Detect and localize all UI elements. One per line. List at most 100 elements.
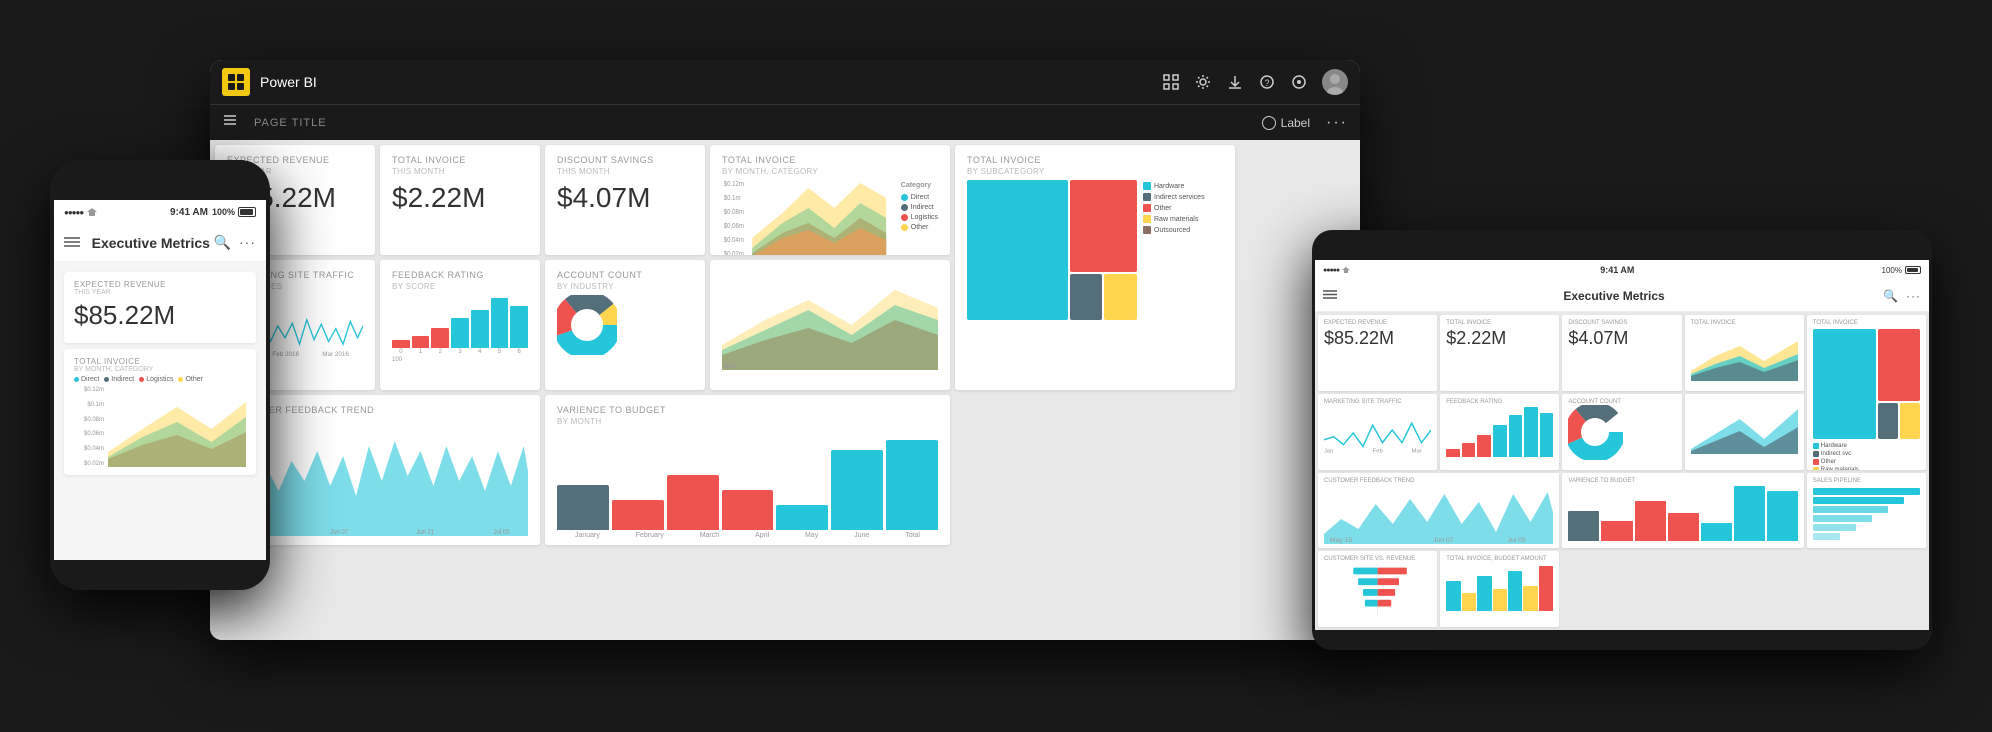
tile-label: Total Invoice, Budget Amount: [1446, 556, 1553, 562]
tile-sublabel: BY MONTH: [557, 417, 938, 426]
svg-text:Jul 05: Jul 05: [1508, 537, 1527, 544]
powerbi-topbar: Power BI ?: [210, 60, 1360, 104]
tile-label: Total Invoice: [967, 155, 1223, 165]
tablet-status-bar: ●●●●● 9:41 AM 100%: [1315, 260, 1929, 280]
app-title: Power BI: [260, 74, 1152, 90]
dashboard-grid: Expected Revenue THIS YEAR $85.22M Total…: [210, 140, 1360, 640]
tile-label: Varience to Budget: [557, 405, 938, 415]
time-display: 9:41 AM: [1353, 265, 1881, 275]
tile-discount-savings: Discount Savings THIS MONTH $4.07M: [545, 145, 705, 255]
tile-label: Total Invoice: [1446, 320, 1553, 326]
powerbi-subbar: PAGE TITLE Label ···: [210, 104, 1360, 140]
phone-content: Expected Revenue THIS YEAR $85.22M Total…: [54, 262, 266, 491]
signal-strength: ●●●●●: [1323, 267, 1339, 274]
desktop-monitor: Power BI ?: [210, 60, 1360, 640]
more-icon[interactable]: ···: [239, 234, 256, 251]
tile-label: Total Invoice: [392, 155, 528, 165]
search-icon[interactable]: 🔍: [1883, 289, 1898, 303]
tablet-tile-area-r3: [1685, 394, 1804, 470]
search-icon[interactable]: 🔍: [214, 234, 231, 251]
frame-icon[interactable]: [1162, 73, 1180, 91]
settings-icon[interactable]: [1290, 73, 1308, 91]
svg-text:Jun 07: Jun 07: [1433, 537, 1454, 544]
help-icon[interactable]: ?: [1258, 73, 1276, 91]
legend-direct: Direct: [74, 376, 99, 383]
phone-nav-icons: 🔍 ···: [214, 234, 256, 251]
tile-label: Total Invoice: [1813, 320, 1920, 326]
tile-value: $4.07M: [557, 182, 693, 214]
powerbi-logo: [222, 68, 250, 96]
tile-sublabel: THIS YEAR: [74, 289, 246, 296]
tablet-tile-expected-revenue: Expected Revenue $85.22M: [1318, 315, 1437, 391]
battery-level: 100%: [1882, 266, 1902, 275]
legend-color-dot: [74, 377, 79, 382]
monitor-screen: Power BI ?: [210, 60, 1360, 640]
page-title: PAGE TITLE: [254, 117, 1246, 129]
tile-sublabel: BY INDUSTRY: [557, 282, 693, 291]
legend-color-dot: [104, 377, 109, 382]
svg-text:$0.02m: $0.02m: [724, 251, 745, 255]
phone-nav-bar: Executive Metrics 🔍 ···: [54, 224, 266, 262]
tile-label: Feedback Rating: [1446, 399, 1553, 405]
label-circle-icon: [1262, 116, 1276, 130]
tile-area-chart-r2: $0k January February: [710, 260, 950, 390]
label-button[interactable]: Label: [1262, 116, 1310, 130]
svg-text:$0.1m: $0.1m: [724, 195, 741, 202]
tile-label: Total Invoice: [74, 357, 246, 366]
tile-label: Expected Revenue: [1324, 320, 1431, 326]
phone-status-bar: ●●●●● 9:41 AM 100%: [54, 200, 266, 224]
avatar[interactable]: [1322, 69, 1348, 95]
svg-text:Jun 07: Jun 07: [330, 529, 348, 536]
more-options[interactable]: ···: [1326, 114, 1348, 132]
tablet-app-title: Executive Metrics: [1345, 289, 1883, 303]
tile-feedback-rating: Feedback Rating BY SCORE 0 1 2: [380, 260, 540, 390]
svg-text:Jan: Jan: [1324, 448, 1333, 454]
svg-text:Jul 05: Jul 05: [494, 529, 510, 536]
tile-sublabel: THIS MONTH: [557, 167, 693, 176]
svg-text:Feb: Feb: [1373, 448, 1383, 454]
svg-text:$0.08m: $0.08m: [724, 209, 745, 216]
phone-screen: ●●●●● 9:41 AM 100% Executive Metrics 🔍 ·…: [54, 200, 266, 560]
tile-label: Feedback Rating: [392, 270, 528, 280]
tile-label: Varience to Budget: [1568, 478, 1797, 484]
legend-label: Direct: [81, 376, 99, 383]
phone-left: ●●●●● 9:41 AM 100% Executive Metrics 🔍 ·…: [50, 160, 270, 590]
legend-label: Indirect: [111, 376, 134, 383]
phone-app-title: Executive Metrics: [88, 235, 214, 251]
tablet-tile-varience-r3: Varience to Budget: [1562, 473, 1803, 549]
tile-label: Discount Savings: [557, 155, 693, 165]
signal-strength: ●●●●●: [64, 208, 83, 217]
legend-label: Logistics: [146, 376, 173, 383]
tile-account-count: Account Count BY INDUSTRY: [545, 260, 705, 390]
svg-text:Jun 21: Jun 21: [416, 529, 434, 536]
svg-text:Mar: Mar: [1412, 448, 1422, 454]
phone-tile-expected-revenue: Expected Revenue THIS YEAR $85.22M: [64, 272, 256, 343]
label-text: Label: [1281, 116, 1310, 130]
tablet-tile-area-chart: Total Invoice: [1685, 315, 1804, 391]
tablet-hamburger-icon[interactable]: [1323, 287, 1337, 305]
phone-hamburger-icon[interactable]: [64, 235, 80, 251]
tile-sublabel: BY SCORE: [392, 282, 528, 291]
hamburger-icon[interactable]: [222, 112, 238, 133]
tablet-tile-marketing: Marketing Site Traffic Jan Feb Mar: [1318, 394, 1437, 470]
tablet-tile-discount-savings: Discount Savings $4.07M: [1562, 315, 1681, 391]
tile-label: Discount Savings: [1568, 320, 1675, 326]
tile-sublabel: BY SCORE: [227, 417, 528, 426]
tile-total-invoice-area: Total Invoice BY MONTH, CATEGORY $0.12m …: [710, 145, 950, 255]
tablet-tile-feedback: Feedback Rating: [1440, 394, 1559, 470]
tile-label: Customer Feedback Trend: [227, 405, 528, 415]
svg-text:$0.04m: $0.04m: [724, 237, 745, 244]
legend-other: Other: [178, 376, 203, 383]
battery-level: 100%: [212, 207, 235, 217]
svg-text:$0.06m: $0.06m: [724, 223, 745, 230]
tablet-right: ●●●●● 9:41 AM 100% Executive Metrics 🔍 ·…: [1312, 230, 1932, 650]
gear-icon[interactable]: [1194, 73, 1212, 91]
tablet-tile-customer-feedback-r3: Customer Feedback Trend May 15 Jun 07 Ju…: [1318, 473, 1559, 549]
download-icon[interactable]: [1226, 73, 1244, 91]
more-icon[interactable]: ···: [1906, 289, 1921, 303]
tablet-screen: ●●●●● 9:41 AM 100% Executive Metrics 🔍 ·…: [1315, 260, 1929, 630]
tile-value: $2.22M: [392, 182, 528, 214]
tile-value: $85.22M: [74, 300, 246, 331]
tile-label: Account Count: [557, 270, 693, 280]
tile-value: $2.22M: [1446, 328, 1553, 349]
